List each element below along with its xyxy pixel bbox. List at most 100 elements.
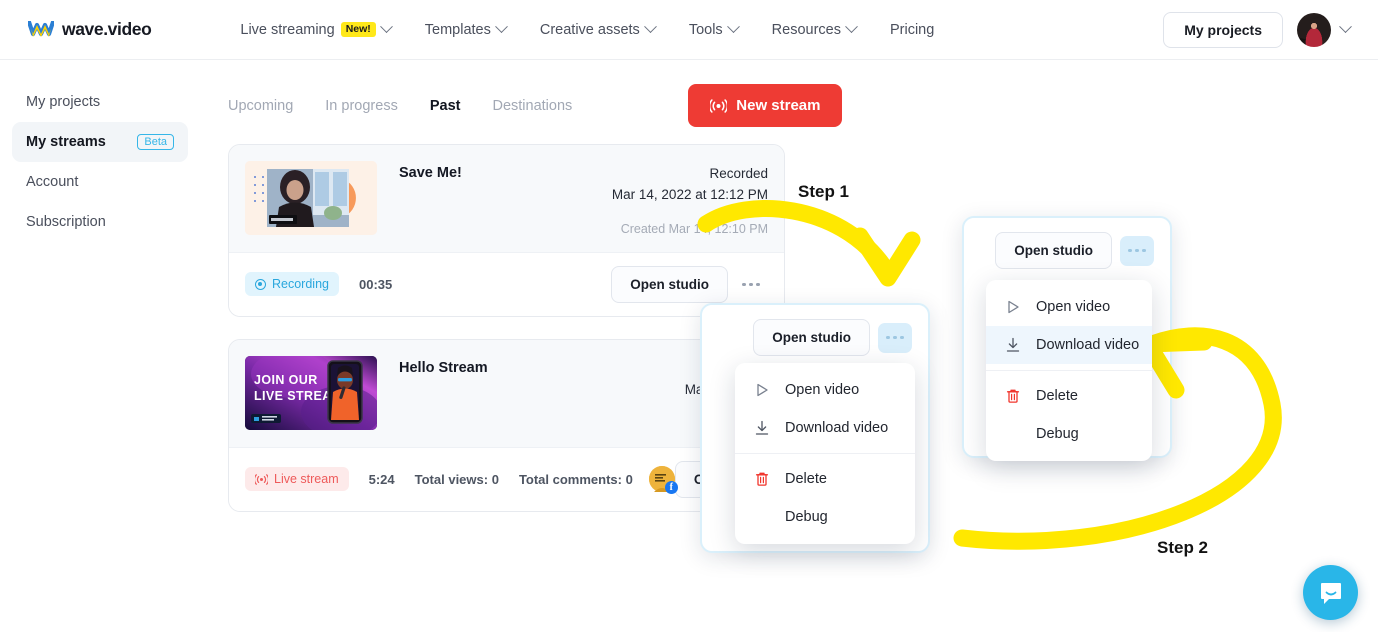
callout-step-2: Open studio f Open studio bbox=[962, 216, 1172, 461]
sidebar-item-label: Account bbox=[26, 174, 79, 190]
nav-item-templates[interactable]: Templates bbox=[408, 20, 523, 38]
total-views: Total views: 0 bbox=[414, 471, 499, 487]
main-menu: Live streaming New! Templates Creative a… bbox=[223, 20, 951, 38]
new-stream-label: New stream bbox=[736, 97, 821, 114]
menu-item-delete[interactable]: Delete bbox=[735, 460, 915, 498]
menu-item-open-video[interactable]: Open video bbox=[735, 371, 915, 409]
more-options-button[interactable] bbox=[734, 269, 768, 299]
tab-destinations[interactable]: Destinations bbox=[476, 90, 588, 122]
app-window: wave.video Live streaming New! Templates… bbox=[0, 0, 1378, 632]
nav-item-pricing[interactable]: Pricing bbox=[873, 22, 951, 38]
more-options-button[interactable] bbox=[878, 322, 912, 353]
menu-item-debug[interactable]: Debug bbox=[986, 415, 1152, 453]
sidebar-item-my-streams[interactable]: My streams Beta bbox=[12, 122, 188, 162]
status-badge-recording: Recording bbox=[245, 272, 339, 297]
dot bbox=[886, 335, 890, 340]
download-icon bbox=[1004, 336, 1022, 354]
dot bbox=[742, 282, 746, 287]
stream-thumbnail[interactable]: JOIN OUR LIVE STREAM bbox=[245, 355, 377, 430]
menu-divider bbox=[735, 453, 915, 454]
menu-divider bbox=[986, 370, 1152, 371]
menu-item-label: Delete bbox=[785, 471, 827, 487]
sidebar-item-subscription[interactable]: Subscription bbox=[12, 202, 188, 242]
download-icon bbox=[753, 419, 771, 437]
broadcast-icon bbox=[709, 98, 729, 113]
menu-item-label: Delete bbox=[1036, 388, 1078, 404]
menu-item-download-video[interactable]: Download video bbox=[986, 326, 1152, 364]
stream-thumbnail[interactable] bbox=[245, 161, 377, 235]
menu-item-label: Open video bbox=[785, 382, 860, 398]
tab-in-progress[interactable]: In progress bbox=[309, 90, 414, 122]
menu-item-label: Debug bbox=[1036, 426, 1079, 442]
stream-created: Created Mar 14, 12:10 PM bbox=[620, 221, 768, 236]
menu-item-label: Open video bbox=[1036, 299, 1111, 315]
stream-card-save-me: Save Me! Recorded Mar 14, 2022 at 12:12 … bbox=[228, 144, 785, 317]
brand-logo[interactable]: wave.video bbox=[26, 19, 152, 40]
svg-text:JOIN OUR: JOIN OUR bbox=[254, 373, 318, 387]
facebook-icon: f bbox=[664, 481, 678, 495]
sidebar: My projects My streams Beta Account Subs… bbox=[0, 60, 200, 242]
step-1-label: Step 1 bbox=[798, 182, 850, 201]
stream-datetime: Mar 14, 2022 at 12:12 PM bbox=[611, 186, 768, 202]
avatar[interactable] bbox=[1297, 12, 1331, 47]
my-projects-button[interactable]: My projects bbox=[1163, 11, 1283, 48]
user-menu[interactable] bbox=[1297, 12, 1352, 47]
card-footer: Recording 00:35 Open studio bbox=[229, 251, 784, 316]
nav-label: Live streaming bbox=[240, 21, 335, 38]
status-badge-live-stream: Live stream bbox=[245, 467, 349, 492]
callout-actions-row: Open studio bbox=[702, 305, 928, 370]
new-stream-button[interactable]: New stream bbox=[688, 84, 843, 127]
nav-item-creative-assets[interactable]: Creative assets bbox=[523, 20, 672, 38]
chevron-down-icon bbox=[726, 20, 740, 34]
stream-duration: 00:35 bbox=[358, 276, 393, 292]
sidebar-item-account[interactable]: Account bbox=[12, 162, 188, 202]
intercom-chat-button[interactable] bbox=[1303, 565, 1358, 620]
open-studio-button[interactable]: Open studio bbox=[995, 232, 1112, 269]
nav-item-resources[interactable]: Resources bbox=[755, 20, 873, 38]
stream-status: Recorded bbox=[709, 166, 768, 181]
chevron-down-icon bbox=[643, 20, 657, 34]
dot bbox=[1142, 248, 1146, 253]
dot bbox=[1135, 248, 1139, 253]
stream-duration: 5:24 bbox=[368, 471, 395, 487]
nav-label: Resources bbox=[771, 21, 841, 38]
more-options-button[interactable] bbox=[1120, 235, 1154, 266]
record-dot-icon bbox=[255, 278, 266, 290]
stream-title: Save Me! bbox=[399, 165, 462, 181]
status-badge-label: Recording bbox=[272, 277, 329, 292]
nav-item-tools[interactable]: Tools bbox=[672, 20, 755, 38]
sidebar-item-my-projects[interactable]: My projects bbox=[12, 82, 188, 122]
menu-item-label: Download video bbox=[785, 420, 889, 436]
dot bbox=[900, 335, 904, 340]
menu-item-delete[interactable]: Delete bbox=[986, 377, 1152, 415]
chevron-down-icon bbox=[1339, 20, 1352, 34]
nav-item-live-streaming[interactable]: Live streaming New! bbox=[223, 20, 407, 38]
menu-item-download-video[interactable]: Download video bbox=[735, 409, 915, 447]
menu-item-label: Debug bbox=[785, 509, 828, 525]
tab-upcoming[interactable]: Upcoming bbox=[228, 90, 309, 122]
open-studio-button[interactable]: Open studio bbox=[611, 265, 728, 303]
destination-avatar[interactable]: f bbox=[648, 466, 678, 495]
chevron-down-icon bbox=[495, 20, 508, 34]
step-2-label: Step 2 bbox=[1157, 538, 1209, 557]
total-comments: Total comments: 0 bbox=[518, 471, 633, 487]
spacer-icon bbox=[1004, 425, 1022, 443]
context-menu-step-1: Open video Download video Delete Debug bbox=[735, 363, 915, 544]
spacer-icon bbox=[753, 508, 771, 526]
tab-past[interactable]: Past bbox=[414, 90, 477, 122]
sidebar-item-label: My projects bbox=[26, 94, 101, 110]
nav-label: Pricing bbox=[889, 21, 935, 38]
menu-item-open-video[interactable]: Open video bbox=[986, 288, 1152, 326]
nav-label: Templates bbox=[424, 21, 491, 38]
nav-label: Tools bbox=[688, 21, 723, 38]
brand-name: wave.video bbox=[62, 19, 152, 39]
dot bbox=[893, 335, 897, 340]
status-badge-label: Live stream bbox=[274, 472, 339, 487]
nav-right-group: My projects bbox=[1163, 11, 1352, 48]
open-studio-button[interactable]: Open studio bbox=[753, 319, 870, 356]
menu-item-label: Download video bbox=[1036, 337, 1140, 353]
menu-item-debug[interactable]: Debug bbox=[735, 498, 915, 536]
play-icon bbox=[1004, 298, 1022, 316]
chevron-down-icon bbox=[379, 20, 393, 34]
play-icon bbox=[753, 381, 771, 399]
